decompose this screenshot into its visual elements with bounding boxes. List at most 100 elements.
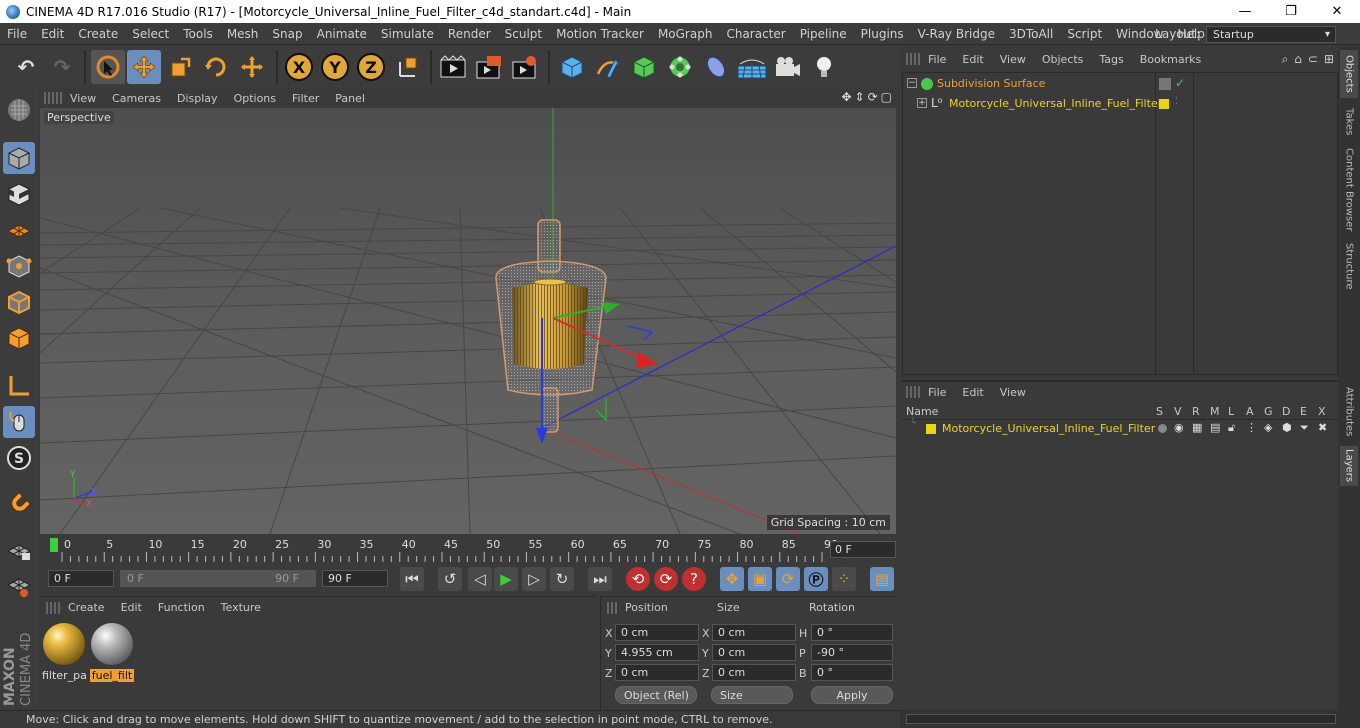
goto-previous-frame-icon[interactable]: ◁ [468, 567, 492, 591]
position-y-field[interactable]: 4.955 cm [615, 644, 699, 661]
menu-vray-bridge[interactable]: V-Ray Bridge [911, 23, 1002, 45]
model-mode-icon[interactable] [3, 142, 35, 174]
menu-plugins[interactable]: Plugins [854, 23, 911, 45]
layers-menu-view[interactable]: View [992, 386, 1034, 399]
tab-layers[interactable]: Layers [1340, 446, 1358, 486]
record-point-level-icon[interactable]: ⁘ [832, 567, 856, 591]
viewport-rotate-icon[interactable]: ⟳ [868, 90, 878, 104]
scale-tool-icon[interactable] [163, 50, 197, 84]
tweak-mode-icon[interactable] [3, 406, 35, 438]
snap-magnet-icon[interactable] [3, 488, 35, 520]
menu-motion-tracker[interactable]: Motion Tracker [549, 23, 651, 45]
viewport-menu-view[interactable]: View [62, 92, 104, 105]
record-scale-icon[interactable]: ▣ [748, 567, 772, 591]
layout-dropdown[interactable]: Startup [1206, 25, 1336, 43]
layer-row[interactable]: └ Motorcycle_Universal_Inline_Fuel_Filte… [902, 418, 1338, 438]
home-icon[interactable]: ⌂ [1294, 52, 1302, 67]
menu-mesh[interactable]: Mesh [220, 23, 266, 45]
play-forward-icon[interactable]: ▶ [494, 567, 518, 591]
expand-toggle-icon[interactable]: + [917, 98, 927, 108]
texture-mode-icon[interactable] [3, 178, 35, 210]
goto-next-keyframe-icon[interactable]: ↻ [550, 567, 574, 591]
menu-tools[interactable]: Tools [176, 23, 220, 45]
objects-menu-tags[interactable]: Tags [1091, 53, 1131, 66]
live-selection-icon[interactable] [235, 50, 269, 84]
layer-col-deformers[interactable]: D [1282, 405, 1290, 418]
keyframe-selection-icon[interactable]: ? [682, 567, 706, 591]
menu-animate[interactable]: Animate [310, 23, 374, 45]
layer-col-view[interactable]: V [1174, 405, 1182, 418]
close-button[interactable]: ✕ [1314, 0, 1360, 23]
current-frame-field[interactable]: 0 F [830, 541, 896, 558]
x-axis-lock-button[interactable]: X [282, 50, 316, 84]
y-axis-lock-button[interactable]: Y [318, 50, 352, 84]
viewport-menu-panel[interactable]: Panel [327, 92, 373, 105]
redo-icon[interactable]: ↷ [45, 50, 79, 84]
pen-spline-icon[interactable] [591, 50, 625, 84]
viewport-menu-filter[interactable]: Filter [284, 92, 327, 105]
material-swatch-selected[interactable]: fuel_filt [90, 623, 134, 682]
render-settings-icon[interactable] [508, 50, 542, 84]
layer-xref-icon[interactable]: ✖ [1318, 421, 1327, 434]
visibility-dots-icon[interactable]: ⁚ [1175, 97, 1178, 107]
axis-mode-icon[interactable] [3, 370, 35, 402]
material-menu-function[interactable]: Function [150, 597, 213, 619]
layer-col-expressions[interactable]: E [1300, 405, 1307, 418]
subdivision-surface-icon[interactable] [627, 50, 661, 84]
menu-mograph[interactable]: MoGraph [651, 23, 720, 45]
size-mode-dropdown[interactable]: Size [711, 686, 793, 704]
objects-menu-view[interactable]: View [992, 53, 1034, 66]
layer-deformers-icon[interactable]: ⬢ [1282, 421, 1292, 434]
search-icon[interactable]: ⌕ [1282, 52, 1289, 67]
menu-snap[interactable]: Snap [265, 23, 309, 45]
object-row[interactable]: + L⁰ Motorcycle_Universal_Inline_Fuel_Fi… [903, 95, 1339, 113]
collapse-toggle-icon[interactable]: − [907, 78, 917, 88]
layers-menu-file[interactable]: File [920, 386, 954, 399]
layer-col-solo[interactable]: S [1156, 405, 1163, 418]
menu-pipeline[interactable]: Pipeline [793, 23, 854, 45]
position-z-field[interactable]: 0 cm [615, 664, 699, 681]
layer-col-manager[interactable]: M [1210, 405, 1220, 418]
material-menu-edit[interactable]: Edit [113, 597, 150, 619]
coordinate-system-icon[interactable] [391, 50, 425, 84]
timeline-ruler[interactable]: 051015202530354045505560657075808590 0 F [40, 534, 896, 564]
layer-generators-icon[interactable]: ◈ [1264, 421, 1272, 434]
timeline-window-icon[interactable]: ▤ [870, 567, 894, 591]
tab-attributes[interactable]: Attributes [1340, 382, 1358, 442]
goto-previous-keyframe-icon[interactable]: ↺ [438, 567, 462, 591]
frame-range-slider[interactable]: 0 F 90 F [120, 570, 316, 587]
objects-menu-file[interactable]: File [920, 53, 954, 66]
workplane-lock-icon[interactable] [3, 534, 35, 566]
polygons-mode-icon[interactable] [3, 322, 35, 354]
coordinate-mode-dropdown[interactable]: Object (Rel) [615, 686, 697, 704]
layer-solo-icon[interactable] [1158, 424, 1167, 433]
layers-menu-edit[interactable]: Edit [954, 386, 991, 399]
size-y-field[interactable]: 0 cm [712, 644, 796, 661]
select-tool-icon[interactable] [91, 50, 125, 84]
tab-takes[interactable]: Takes [1340, 102, 1358, 142]
viewport-menu-display[interactable]: Display [169, 92, 226, 105]
layers-scrollbar[interactable] [906, 714, 1336, 724]
mograph-cloner-icon[interactable] [663, 50, 697, 84]
viewport-pan-icon[interactable]: ✥ [841, 90, 851, 104]
object-name[interactable]: Subdivision Surface [937, 77, 1045, 90]
end-frame-field[interactable]: 90 F [322, 570, 388, 587]
move-tool-icon[interactable] [127, 50, 161, 84]
objects-menu-edit[interactable]: Edit [954, 53, 991, 66]
autokeying-icon[interactable]: ⟳ [654, 567, 678, 591]
menu-select[interactable]: Select [125, 23, 176, 45]
make-editable-icon[interactable] [3, 94, 35, 126]
points-mode-icon[interactable] [3, 250, 35, 282]
render-view-icon[interactable] [436, 50, 470, 84]
objects-menu-objects[interactable]: Objects [1034, 53, 1092, 66]
minimize-button[interactable]: — [1222, 0, 1268, 23]
menu-create[interactable]: Create [71, 23, 125, 45]
record-rotation-icon[interactable]: ⟳ [776, 567, 800, 591]
z-axis-lock-button[interactable]: Z [354, 50, 388, 84]
apply-button[interactable]: Apply [811, 686, 893, 704]
viewport-maximize-icon[interactable]: ▢ [881, 90, 892, 104]
layer-view-eye-icon[interactable]: ◉ [1174, 421, 1184, 434]
start-frame-field[interactable]: 0 F [48, 570, 114, 587]
layer-col-animation[interactable]: A [1246, 405, 1254, 418]
link-icon[interactable]: ⊂ [1308, 52, 1318, 67]
